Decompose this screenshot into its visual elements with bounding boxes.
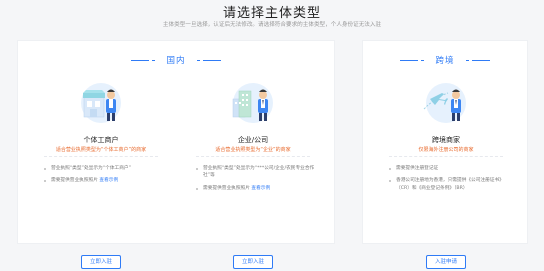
- requirement-text: 营业执照“类型”处显示为“个体工商户”: [51, 166, 132, 171]
- bullet-dot-icon: [196, 168, 198, 170]
- bullet-dot-icon: [44, 180, 46, 183]
- domestic-section-header: 国内: [18, 54, 334, 66]
- building-illustration-icon: [232, 83, 273, 123]
- view-example-link[interactable]: 查看示例: [251, 186, 270, 191]
- list-item: 营业执照“类型”处显示为“***公司/企业/农民专业合作社”等: [196, 165, 316, 180]
- list-item: 需要提供营业执照照片 查看示例: [44, 177, 164, 184]
- crossborder-section-header: 跨境: [363, 54, 527, 66]
- requirement-text: 营业执照“类型”处显示为“***公司/企业/农民专业合作社”等: [203, 166, 315, 179]
- bullet-dot-icon: [389, 180, 391, 183]
- list-item: 香港公司注册地为香港，只需提供《公司注册证书》（CR）和《商业登记条例》（BR）: [389, 177, 509, 192]
- individual-card-title: 个体工商户: [83, 136, 119, 144]
- header-dot-right: [465, 59, 469, 61]
- header-dot-left: [152, 59, 156, 61]
- list-item: 需要提供注册登记证: [389, 165, 509, 172]
- bullet-dot-icon: [196, 187, 198, 190]
- company-card: 企业/公司 适合营业执照类型为“企业”的商家 营业执照“类型”处显示为“***公…: [178, 79, 328, 269]
- list-item: 营业执照“类型”处显示为“个体工商户”: [44, 165, 164, 172]
- header-line-left: [131, 59, 150, 61]
- header-dot-right: [196, 59, 200, 61]
- individual-business-card: 个体工商户 适合营业执照类型为“个体工商户”的商家 营业执照“类型”处显示为“个…: [26, 79, 176, 269]
- crossborder-section-label: 跨境: [435, 56, 455, 66]
- crossborder-card: 跨境商家 仅限海外注册公司的商家 需要提供注册登记证 香港公司注册地为香港，只需…: [371, 79, 521, 269]
- card-divider: [44, 156, 158, 157]
- shop-illustration-icon: [81, 83, 121, 123]
- view-example-link[interactable]: 查看示例: [99, 178, 118, 183]
- crossborder-panel: 跨境 跨境商家 仅限海外注册公司的商家 需要提供注册登记证 香港公司注册地为香港…: [362, 40, 528, 269]
- crossborder-apply-button[interactable]: 入驻申请: [426, 255, 466, 269]
- requirement-text: 需要提供营业执照照片: [51, 178, 98, 184]
- crossborder-card-title: 跨境商家: [432, 136, 460, 144]
- airplane-illustration-icon: [423, 83, 466, 123]
- individual-requirements-list: 营业执照“类型”处显示为“个体工商户” 需要提供营业执照照片 查看示例: [44, 165, 164, 190]
- list-item: 需要提供营业执照照片 查看示例: [196, 185, 316, 192]
- page-title: 请选择主体类型: [222, 6, 321, 21]
- header-line-right: [471, 59, 490, 61]
- individual-join-button[interactable]: 立即入驻: [81, 255, 121, 269]
- header-line-right: [202, 59, 221, 61]
- header-line-left: [400, 59, 419, 61]
- requirement-text: 需要提供注册登记证: [396, 166, 439, 171]
- company-card-title: 企业/公司: [237, 136, 269, 144]
- crossborder-requirements-list: 需要提供注册登记证 香港公司注册地为香港，只需提供《公司注册证书》（CR）和《商…: [389, 165, 509, 197]
- requirement-text: 香港公司注册地为香港，只需提供《公司注册证书》（CR）和《商业登记条例》（BR）: [396, 178, 504, 191]
- domestic-section-label: 国内: [166, 56, 186, 66]
- card-divider: [389, 156, 503, 157]
- company-card-desc: 适合营业执照类型为“企业”的商家: [215, 147, 291, 153]
- requirement-text: 需要提供营业执照照片: [203, 185, 250, 191]
- card-divider: [196, 156, 310, 157]
- individual-card-desc: 适合营业执照类型为“个体工商户”的商家: [55, 147, 147, 153]
- company-requirements-list: 营业执照“类型”处显示为“***公司/企业/农民专业合作社”等 需要提供营业执照…: [196, 165, 316, 197]
- company-join-button[interactable]: 立即入驻: [233, 255, 273, 269]
- header-dot-left: [421, 59, 425, 61]
- page-subtitle: 主体类型一旦选择，认证后无法修改。请选择符合要求的主体类型，个人身份证无法入驻: [162, 22, 382, 28]
- domestic-panel: 国内 个体工商户 适合营业执照类型为“个体工商户”的商家 营业执照“类型”处显示…: [17, 40, 335, 269]
- bullet-dot-icon: [44, 168, 46, 170]
- bullet-dot-icon: [389, 168, 391, 170]
- crossborder-card-desc: 仅限海外注册公司的商家: [418, 147, 474, 153]
